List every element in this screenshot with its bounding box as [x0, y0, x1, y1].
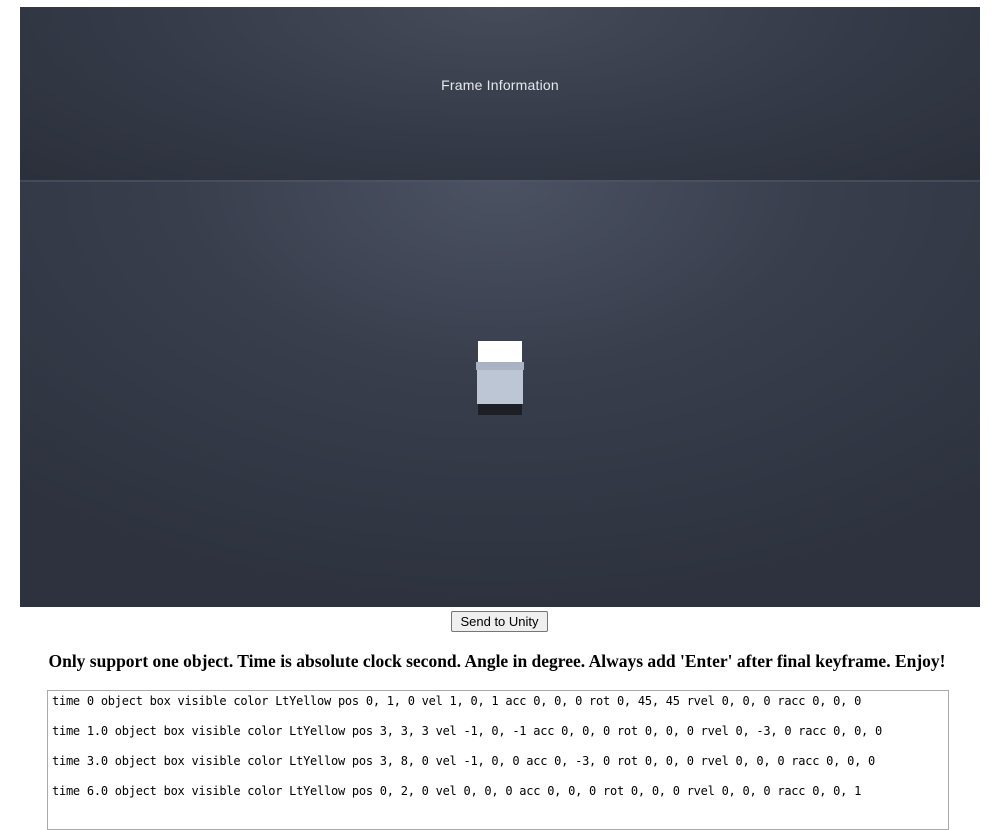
frame-information-label: Frame Information [441, 77, 559, 93]
box-edge [476, 362, 524, 370]
unity-viewport[interactable]: Frame Information [20, 7, 980, 607]
keyframe-line: time 6.0 object box visible color LtYell… [52, 784, 862, 798]
keyframe-line: time 3.0 object box visible color LtYell… [52, 754, 876, 768]
box-front-face [477, 370, 523, 404]
box-top-face [478, 341, 522, 364]
send-to-unity-button[interactable]: Send to Unity [451, 611, 548, 632]
keyframe-line: time 0 object box visible color LtYellow… [52, 694, 862, 708]
viewport-sky [20, 7, 980, 180]
keyframe-textarea[interactable]: time 0 object box visible color LtYellow… [47, 690, 949, 830]
horizon-line [20, 180, 980, 182]
box-shadow [478, 403, 522, 415]
keyframe-line: time 1.0 object box visible color LtYell… [52, 724, 882, 738]
instructions-heading: Only support one object. Time is absolut… [48, 651, 946, 671]
